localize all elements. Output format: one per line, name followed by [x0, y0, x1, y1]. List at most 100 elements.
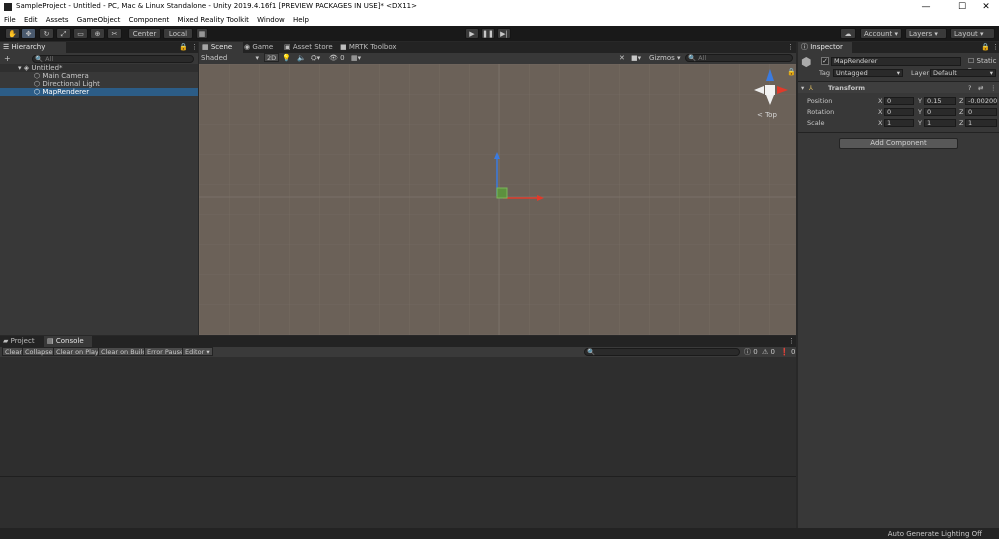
console-editor-dropdown[interactable]: Editor ▾ [182, 347, 213, 356]
hierarchy-item-maprenderer[interactable]: ⬡ MapRenderer [0, 88, 198, 96]
menu-mixed-reality-toolkit[interactable]: Mixed Reality Toolkit [178, 14, 249, 26]
view-gizmo-center-cube[interactable] [765, 85, 775, 95]
console-collapse-button[interactable]: Collapse [22, 347, 56, 356]
panel-menu-icon[interactable]: ⋮ [989, 42, 999, 53]
scale-y-field[interactable]: 1 [924, 119, 956, 127]
menu-assets[interactable]: Assets [46, 14, 69, 26]
scene-search-input[interactable]: 🔍 All [685, 54, 793, 62]
position-x-field[interactable]: 0 [884, 97, 914, 105]
scene-viewport[interactable]: 🔒 [199, 64, 796, 335]
position-z-field[interactable]: -0.00200 [965, 97, 997, 105]
y-axis-label: Y [918, 97, 922, 105]
transform-header[interactable]: ▾ ⅄ Transform ? ⇄ ⋮ [798, 82, 999, 93]
move-tool-icon[interactable]: ✥ [21, 28, 36, 39]
maximize-button[interactable]: ☐ [954, 1, 970, 13]
tab-hierarchy[interactable]: ☰ Hierarchy [0, 42, 66, 53]
layers-dropdown[interactable]: Layers ▾ [905, 28, 947, 39]
rotation-y-field[interactable]: 0 [924, 108, 956, 116]
tab-game[interactable]: ◉ Game [241, 42, 276, 53]
gizmo-plane-handle[interactable] [496, 187, 508, 199]
menu-help[interactable]: Help [293, 14, 309, 26]
minimize-button[interactable]: — [918, 1, 934, 13]
hierarchy-item-main-camera[interactable]: ⬡ Main Camera [0, 72, 89, 80]
tab-console[interactable]: ▤ Console [44, 336, 92, 347]
console-detail-area[interactable] [0, 477, 796, 528]
window-title-bar: SampleProject - Untitled - PC, Mac & Lin… [0, 0, 999, 14]
tag-dropdown[interactable]: Untagged ▾ [833, 69, 903, 77]
hierarchy-search-input[interactable]: 🔍 All [32, 55, 194, 63]
tab-project[interactable]: ▰ Project [0, 336, 46, 347]
position-y-field[interactable]: 0.15 [924, 97, 956, 105]
panel-menu-icon[interactable]: ⋮ [785, 336, 798, 347]
pause-button[interactable]: ❚❚ [481, 28, 495, 39]
layer-dropdown[interactable]: Default ▾ [930, 69, 996, 77]
tools-icon[interactable]: ✕ [619, 53, 625, 63]
hierarchy-item-directional-light[interactable]: ⬡ Directional Light [0, 80, 100, 88]
scene-root-label: Untitled* [31, 64, 63, 72]
active-checkbox[interactable]: ✓ [821, 57, 829, 65]
menu-edit[interactable]: Edit [24, 14, 38, 26]
layout-dropdown[interactable]: Layout ▾ [950, 28, 995, 39]
console-clear-on-build-button[interactable]: Clear on Build [98, 347, 150, 356]
scale-x-field[interactable]: 1 [884, 119, 914, 127]
tab-inspector-label: Inspector [810, 43, 843, 51]
camera-settings-icon[interactable]: ■▾ [631, 53, 641, 63]
console-log-list[interactable] [0, 357, 796, 476]
rotation-x-field[interactable]: 0 [884, 108, 914, 116]
console-error-toggle[interactable]: ⓘ 0 [744, 347, 758, 357]
rect-tool-icon[interactable]: ▭ [73, 28, 88, 39]
lighting-toggle-icon[interactable]: 💡 [282, 53, 291, 63]
pivot-center-button[interactable]: Center [128, 28, 161, 39]
rotate-tool-icon[interactable]: ↻ [39, 28, 54, 39]
console-clear-on-play-button[interactable]: Clear on Play [53, 347, 102, 356]
rotation-z-field[interactable]: 0 [965, 108, 997, 116]
hidden-objects-toggle[interactable]: 👁 0 [329, 53, 345, 63]
preset-icon[interactable]: ⇄ [978, 84, 983, 92]
pivot-local-button[interactable]: Local [163, 28, 193, 39]
tab-asset-store[interactable]: ▣ Asset Store [281, 42, 336, 53]
audio-toggle-icon[interactable]: 🔈 [297, 53, 306, 63]
shading-dropdown[interactable]: Shaded ▾ [201, 53, 259, 63]
account-dropdown[interactable]: Account ▾ [860, 28, 902, 39]
hierarchy-search-placeholder: All [45, 55, 54, 63]
foldout-arrow-icon[interactable]: ▾ [801, 84, 804, 92]
help-icon[interactable]: ? [968, 84, 971, 92]
scene-root-row[interactable]: ▾ ◈ Untitled* [0, 64, 198, 72]
console-search-input[interactable]: 🔍 [584, 348, 740, 356]
effects-dropdown-icon[interactable]: ⛭▾ [311, 53, 320, 63]
tab-hierarchy-label: Hierarchy [11, 43, 46, 51]
layers-label: Layers [909, 30, 933, 38]
component-menu-icon[interactable]: ⋮ [990, 84, 997, 92]
menu-window[interactable]: Window [257, 14, 285, 26]
window-title: SampleProject - Untitled - PC, Mac & Lin… [16, 2, 417, 10]
panel-menu-icon[interactable]: ⋮ [784, 42, 797, 53]
console-warning-toggle[interactable]: ⚠ 0 [762, 347, 775, 357]
view-gizmo-lock-icon[interactable]: 🔒 [787, 68, 796, 76]
tab-mrtk-toolbox[interactable]: ■ MRTK Toolbox [337, 42, 400, 53]
hand-tool-icon[interactable]: ✋ [5, 28, 20, 39]
menu-component[interactable]: Component [129, 14, 170, 26]
hierarchy-add-button[interactable]: + [4, 54, 11, 63]
object-name-field[interactable]: MapRenderer [831, 57, 961, 66]
tab-scene[interactable]: ▦ Scene [199, 42, 243, 53]
transform-tool-icon[interactable]: ⊕ [90, 28, 105, 39]
add-component-button[interactable]: Add Component [839, 138, 958, 149]
grid-snap-icon[interactable]: ▦ [196, 28, 208, 39]
2d-toggle[interactable]: 2D [264, 53, 280, 62]
custom-tool-icon[interactable]: ✂ [107, 28, 122, 39]
step-button[interactable]: ▶| [497, 28, 511, 39]
scale-tool-icon[interactable]: ⤢ [56, 28, 71, 39]
scale-z-field[interactable]: 1 [965, 119, 997, 127]
view-orientation-label[interactable]: < Top [757, 111, 777, 119]
console-info-toggle[interactable]: ❗ 0 [780, 347, 795, 357]
console-error-pause-button[interactable]: Error Pause [144, 347, 188, 356]
grid-toggle-icon[interactable]: ▦▾ [351, 53, 361, 63]
close-button[interactable]: ✕ [978, 1, 994, 13]
play-button[interactable]: ▶ [465, 28, 479, 39]
menu-gameobject[interactable]: GameObject [77, 14, 121, 26]
tab-inspector[interactable]: ⓘ Inspector [798, 42, 852, 53]
gizmos-dropdown[interactable]: Gizmos ▾ [649, 53, 681, 63]
z-axis-label: Z [959, 119, 964, 127]
menu-file[interactable]: File [4, 14, 16, 26]
cloud-icon[interactable]: ☁ [840, 28, 856, 39]
